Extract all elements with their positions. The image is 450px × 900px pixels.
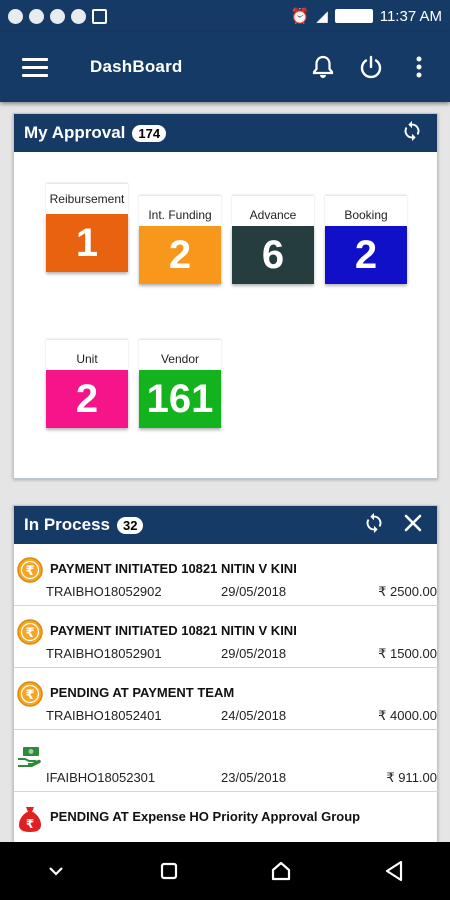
signal-icon: ◢ <box>316 8 328 25</box>
back-icon[interactable] <box>374 851 414 891</box>
in-process-list[interactable]: ₹ PAYMENT INITIATED 10821 NITIN V KINI T… <box>14 544 439 854</box>
rupee-coin-icon: ₹ <box>17 619 43 645</box>
clock: 11:37 AM <box>379 7 442 25</box>
item-date: 29/05/2018 <box>221 646 287 661</box>
list-item[interactable]: ₹ PAYMENT INITIATED 10821 NITIN V KINI T… <box>14 544 439 606</box>
home-icon[interactable] <box>261 851 301 891</box>
tile-label: Reibursement <box>46 184 128 214</box>
money-hand-icon <box>17 746 43 772</box>
battery-icon <box>334 9 373 23</box>
tile-label: Booking <box>325 196 407 226</box>
item-amount: ₹ 4000.00 <box>378 708 437 723</box>
alarm-icon: ⏰ <box>290 8 310 25</box>
svg-text:₹: ₹ <box>25 688 34 703</box>
more-vert-icon[interactable] <box>406 54 432 80</box>
app-notification-icon <box>29 8 44 24</box>
tile-vendor[interactable]: Vendor 161 <box>139 340 221 428</box>
power-icon[interactable] <box>358 54 384 80</box>
item-amount: ₹ 911.00 <box>386 770 437 785</box>
chevron-down-icon[interactable] <box>36 851 76 891</box>
tile-label: Vendor <box>139 340 221 370</box>
shirt-notification-icon <box>50 8 65 24</box>
tile-int-funding[interactable]: Int. Funding 2 <box>139 196 221 284</box>
system-nav-bar <box>0 842 450 900</box>
menu-icon[interactable] <box>22 53 48 82</box>
status-bar: ⏰ ◢ 11:37 AM <box>0 0 450 32</box>
my-approval-header: My Approval 174 <box>14 114 437 152</box>
tile-label: Advance <box>232 196 314 226</box>
list-item[interactable]: ₹ PENDING AT PAYMENT TEAM TRAIBHO1805240… <box>14 668 439 730</box>
svg-text:₹: ₹ <box>25 564 34 579</box>
item-ref: IFAIBHO18052301 <box>46 770 156 785</box>
in-process-card: In Process 32 ₹ PAYMENT INITIATED 10821 … <box>13 505 439 854</box>
tile-value: 2 <box>325 226 407 284</box>
svg-text:₹: ₹ <box>25 626 34 641</box>
my-approval-title: My Approval <box>24 123 126 142</box>
in-process-title: In Process <box>24 515 110 534</box>
tile-value: 161 <box>139 370 221 428</box>
item-date: 24/05/2018 <box>221 708 287 723</box>
approval-count-badge: 174 <box>131 123 168 143</box>
rupee-coin-icon: ₹ <box>17 557 43 583</box>
tile-label: Int. Funding <box>139 196 221 226</box>
item-amount: ₹ 1500.00 <box>378 646 437 661</box>
close-icon[interactable] <box>403 513 423 538</box>
item-amount: ₹ 2500.00 <box>378 584 437 599</box>
bell-icon[interactable] <box>310 54 336 80</box>
notification-icons <box>8 8 107 24</box>
recents-icon[interactable] <box>149 851 189 891</box>
item-date: 23/05/2018 <box>221 770 287 785</box>
item-date: 29/05/2018 <box>221 584 287 599</box>
item-status: PAYMENT INITIATED 10821 NITIN V KINI <box>50 561 297 576</box>
svg-text:₹: ₹ <box>26 817 34 831</box>
rupee-coin-icon: ₹ <box>17 681 43 707</box>
refresh-icon[interactable] <box>401 119 423 148</box>
item-ref: TRAIBHO18052902 <box>46 584 162 599</box>
in-process-count-badge: 32 <box>116 515 145 535</box>
item-status: PENDING AT Expense HO Priority Approval … <box>50 809 361 824</box>
app-bar: DashBoard <box>0 32 450 102</box>
tile-booking[interactable]: Booking 2 <box>325 196 407 284</box>
app-notification-icon <box>8 8 23 24</box>
tile-value: 2 <box>139 226 221 284</box>
in-process-header: In Process 32 <box>14 506 437 544</box>
tile-value: 6 <box>232 226 314 284</box>
item-ref: TRAIBHO18052901 <box>46 646 162 661</box>
tile-value: 1 <box>46 214 128 272</box>
tile-advance[interactable]: Advance 6 <box>232 196 314 284</box>
list-item[interactable]: IFAIBHO18052301 23/05/2018 ₹ 911.00 <box>14 730 439 792</box>
page-title: DashBoard <box>90 57 183 76</box>
tile-value: 2 <box>46 370 128 428</box>
item-ref: TRAIBHO18052401 <box>46 708 162 723</box>
refresh-icon[interactable] <box>363 511 385 540</box>
tile-reimbursement[interactable]: Reibursement 1 <box>46 184 128 272</box>
item-status: PAYMENT INITIATED 10821 NITIN V KINI <box>50 623 297 638</box>
item-status: PENDING AT PAYMENT TEAM <box>50 685 235 700</box>
image-notification-icon <box>92 8 107 24</box>
tile-label: Unit <box>46 340 128 370</box>
list-item[interactable]: ₹ PAYMENT INITIATED 10821 NITIN V KINI T… <box>14 606 439 668</box>
tile-unit[interactable]: Unit 2 <box>46 340 128 428</box>
my-approval-card: My Approval 174 Reibursement 1 Int. Fund… <box>13 113 438 479</box>
money-bag-icon: ₹ <box>17 805 43 832</box>
app-notification-icon <box>71 8 86 24</box>
